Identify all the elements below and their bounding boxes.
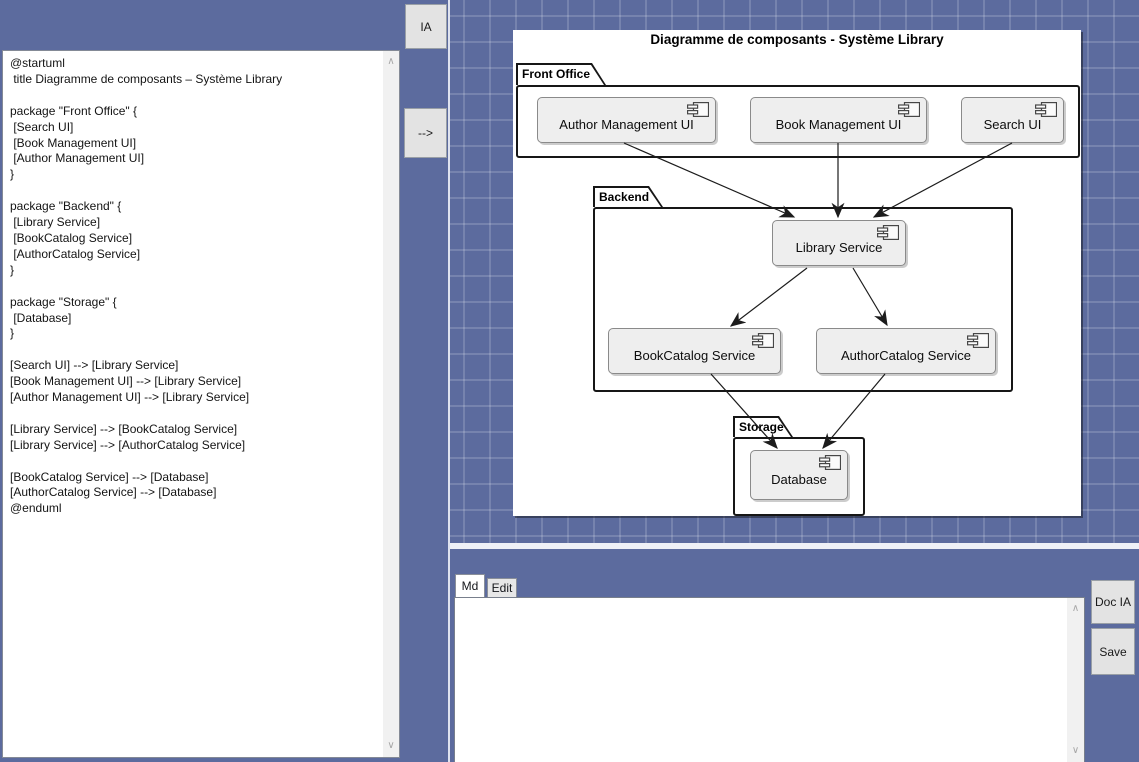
component-label: Search UI [984, 117, 1042, 132]
package-storage-label: Storage [739, 420, 784, 434]
component-database: Database [750, 450, 848, 500]
ia-button[interactable]: IA [405, 4, 447, 49]
component-author-management-ui: Author Management UI [537, 97, 716, 143]
component-icon [1035, 102, 1057, 117]
component-library-service: Library Service [772, 220, 906, 266]
component-icon [752, 333, 774, 348]
component-label: AuthorCatalog Service [841, 348, 971, 363]
component-icon [967, 333, 989, 348]
diagram-title: Diagramme de composants - Système Librar… [513, 32, 1081, 47]
tab-edit[interactable]: Edit [487, 578, 517, 597]
component-icon [877, 225, 899, 240]
scroll-down-icon[interactable]: ∨ [1067, 746, 1084, 756]
component-label: Author Management UI [559, 117, 693, 132]
component-label: Database [771, 472, 827, 487]
scroll-up-icon[interactable]: ∧ [1067, 604, 1084, 614]
component-icon [898, 102, 920, 117]
save-button[interactable]: Save [1091, 628, 1135, 675]
component-icon [819, 455, 841, 470]
package-backend-tab: Backend [593, 186, 663, 207]
doc-markdown-input[interactable] [455, 598, 1066, 762]
diagram-viewport[interactable]: Diagramme de composants - Système Librar… [450, 0, 1139, 543]
package-backend-label: Backend [599, 190, 649, 204]
tab-md[interactable]: Md [455, 574, 485, 597]
package-front-office-tab: Front Office [516, 63, 606, 85]
doc-ia-button[interactable]: Doc IA [1091, 580, 1135, 624]
doc-editor-panel: ∧ ∨ [454, 597, 1085, 762]
scroll-up-icon[interactable]: ∧ [383, 57, 399, 67]
plantuml-code-input[interactable]: @startuml title Diagramme de composants … [3, 51, 383, 757]
component-book-management-ui: Book Management UI [750, 97, 927, 143]
scroll-down-icon[interactable]: ∨ [383, 741, 399, 751]
component-search-ui: Search UI [961, 97, 1064, 143]
component-label: BookCatalog Service [634, 348, 755, 363]
plantuml-editor-panel: @startuml title Diagramme de composants … [2, 50, 400, 758]
diagram-canvas: Diagramme de composants - Système Librar… [513, 30, 1081, 516]
doc-scrollbar[interactable]: ∧ ∨ [1067, 598, 1084, 762]
package-front-office-label: Front Office [522, 67, 590, 81]
component-label: Book Management UI [776, 117, 902, 132]
component-label: Library Service [796, 240, 883, 255]
package-storage-tab: Storage [733, 416, 793, 437]
component-icon [687, 102, 709, 117]
editor-scrollbar[interactable]: ∧ ∨ [383, 51, 399, 757]
component-authorcatalog-service: AuthorCatalog Service [816, 328, 996, 374]
component-bookcatalog-service: BookCatalog Service [608, 328, 781, 374]
generate-diagram-button[interactable]: --> [404, 108, 447, 158]
app-window: @startuml title Diagramme de composants … [0, 0, 1139, 762]
